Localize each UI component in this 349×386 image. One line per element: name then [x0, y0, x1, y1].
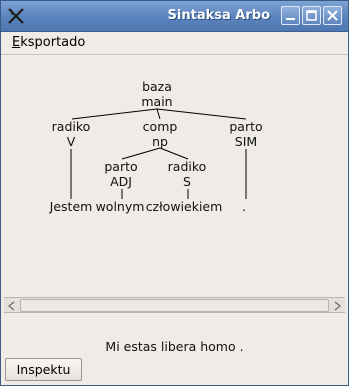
node-label: comp — [143, 119, 178, 134]
leaf-word: Jestem — [49, 199, 93, 214]
minimize-icon — [286, 18, 295, 20]
node-label: radiko — [168, 159, 207, 174]
menu-bar: Eksportado — [1, 32, 348, 55]
menu-eksportado-label: ksportado — [20, 35, 86, 50]
node-tag: V — [67, 134, 76, 149]
minimize-button[interactable] — [281, 6, 300, 25]
node-tag: ADJ — [110, 174, 132, 189]
scroll-left-icon[interactable] — [4, 298, 20, 312]
horizontal-scrollbar[interactable] — [4, 297, 345, 313]
title-bar[interactable]: Sintaksa Arbo — [1, 1, 348, 32]
maximize-button[interactable] — [302, 6, 321, 25]
root-node-label: baza — [142, 79, 172, 94]
menu-eksportado-mnemonic: E — [12, 35, 21, 50]
node-label: parto — [229, 119, 262, 134]
sentence-text: Mi estas libera homo . — [105, 339, 244, 354]
close-button[interactable] — [323, 6, 342, 25]
window-title: Sintaksa Arbo — [167, 8, 270, 23]
main-window: Sintaksa Arbo Eksportado baza main radik… — [0, 0, 349, 386]
scroll-right-icon[interactable] — [329, 298, 345, 312]
leaf-word: wolnym — [96, 199, 145, 214]
close-icon — [327, 10, 338, 21]
node-tag: S — [183, 174, 191, 189]
leaf-word: . — [242, 199, 246, 214]
node-tag: np — [152, 134, 168, 149]
inspektu-button[interactable]: Inspektu — [5, 358, 82, 381]
node-label: parto — [104, 159, 137, 174]
node-label: radiko — [52, 119, 91, 134]
maximize-icon — [306, 10, 317, 21]
syntax-tree-canvas: baza main radiko V comp np parto SIM par… — [4, 57, 345, 297]
menu-eksportado[interactable]: Eksportado — [12, 35, 85, 50]
root-node-tag: main — [141, 94, 172, 109]
app-x-icon — [7, 7, 25, 25]
scrollbar-thumb[interactable] — [20, 299, 329, 312]
node-tag: SIM — [235, 134, 257, 149]
leaf-word: człowiekiem — [146, 199, 223, 214]
